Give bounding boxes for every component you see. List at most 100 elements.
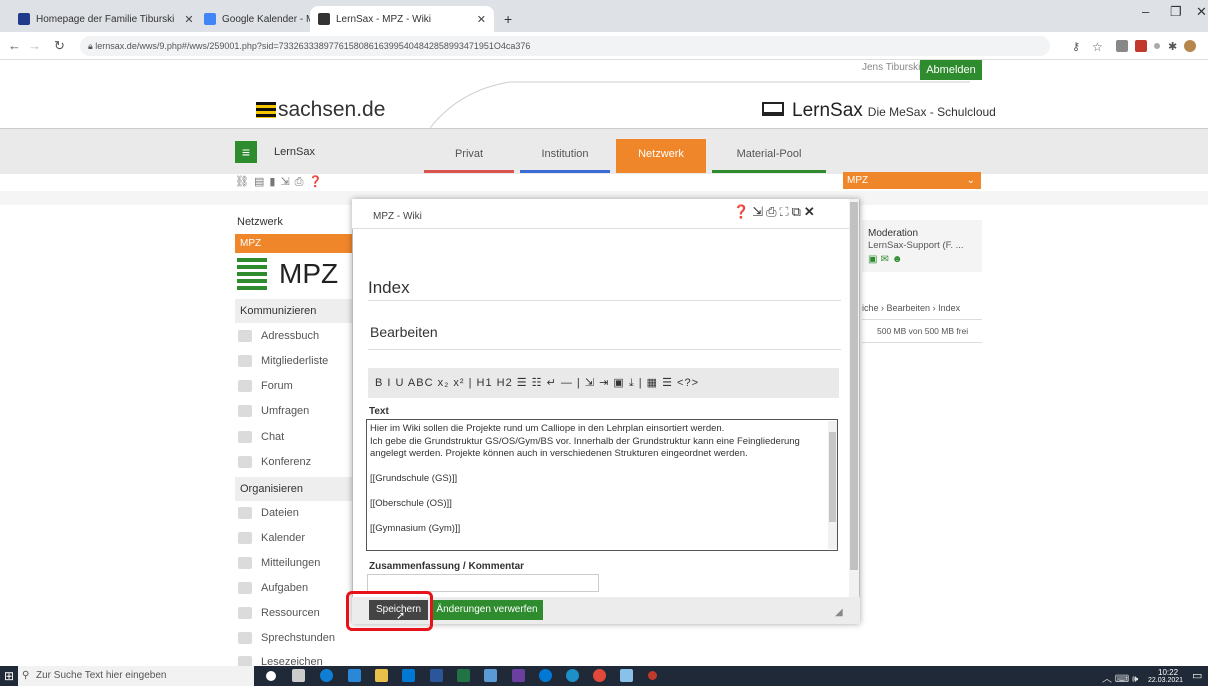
sidebar-item-adressbuch[interactable]: Adressbuch xyxy=(238,330,319,342)
excel-icon[interactable] xyxy=(457,669,470,682)
extension-icon[interactable] xyxy=(1116,40,1128,52)
wiki-text-editor[interactable] xyxy=(366,419,838,551)
sidebar-item-ressourcen[interactable]: Ressourcen xyxy=(238,607,320,619)
sachsen-text: sachsen.de xyxy=(278,98,386,121)
sachsen-logo[interactable]: sachsen.de xyxy=(256,98,385,122)
sidebar-item-forum[interactable]: Forum xyxy=(238,380,293,392)
edge-icon[interactable] xyxy=(320,669,333,682)
sidebar-active-mpz[interactable]: MPZ xyxy=(235,234,353,253)
notepad-icon[interactable] xyxy=(620,669,633,682)
taskview-icon[interactable] xyxy=(292,669,305,682)
sidebar-item-label: Konferenz xyxy=(261,456,312,468)
star-icon[interactable]: ☆ xyxy=(1092,40,1104,54)
network-select-value: MPZ xyxy=(847,175,869,186)
sidebar-item-mitgliederliste[interactable]: Mitgliederliste xyxy=(238,355,328,367)
sidebar-item-umfragen[interactable]: Umfragen xyxy=(238,405,309,417)
print-icon[interactable]: ⎙ xyxy=(295,176,309,188)
tab-lernsax[interactable]: LernSax - MPZ - Wiki ✕ xyxy=(310,6,494,32)
export-icon[interactable]: ⇲ xyxy=(752,204,766,219)
resize-handle-icon[interactable]: ◢ xyxy=(835,607,843,618)
chrome-icon[interactable] xyxy=(593,669,606,682)
close-tab-icon[interactable]: ✕ xyxy=(174,13,193,26)
fullscreen-icon[interactable]: ⛶ xyxy=(780,204,792,219)
store-icon[interactable] xyxy=(348,669,361,682)
sidebar-item-mitteilungen[interactable]: Mitteilungen xyxy=(238,557,320,569)
tab-label: Privat xyxy=(454,148,484,160)
editor-scrollbar-thumb[interactable] xyxy=(829,432,836,522)
close-icon[interactable]: ✕ xyxy=(804,204,818,219)
breadcrumb-item[interactable]: iche xyxy=(862,303,879,313)
chat-icon[interactable]: ☻ xyxy=(892,254,906,265)
sidebar-item-kalender[interactable]: Kalender xyxy=(238,532,305,544)
notification-icon[interactable]: ▭ xyxy=(1192,669,1202,682)
puzzle-icon[interactable]: ✱ xyxy=(1168,40,1180,53)
window-icon[interactable]: ▤ xyxy=(254,176,269,188)
shield-extension-icon[interactable] xyxy=(1135,40,1147,52)
summary-input[interactable] xyxy=(367,574,599,592)
quota-divider xyxy=(862,342,982,343)
sidebar-item-dateien[interactable]: Dateien xyxy=(238,507,299,519)
sachsen-crest-icon xyxy=(256,102,276,118)
minimize-icon[interactable]: – xyxy=(1142,4,1149,19)
taskbar-search[interactable]: ⚲ Zur Suche Text hier eingeben xyxy=(18,666,254,686)
record-icon[interactable] xyxy=(648,671,657,680)
reload-icon[interactable]: ↻ xyxy=(54,38,65,54)
breadcrumb-item[interactable]: Bearbeiten xyxy=(887,303,931,313)
url-field[interactable]: 🔒︎ lernsax.de/wws/9.php#/wws/259001.php?… xyxy=(80,36,1050,56)
tab-privat[interactable]: Privat xyxy=(424,139,514,173)
lernsax-logo[interactable]: LernSax Die MeSax - Schulcloud xyxy=(762,100,996,122)
tab-material-pool[interactable]: Material-Pool xyxy=(712,139,826,173)
bookmark-icon[interactable]: ▮ xyxy=(269,176,280,188)
teams-icon[interactable] xyxy=(539,669,552,682)
external-link-icon[interactable]: ⧉ xyxy=(792,204,804,219)
tab-homepage[interactable]: Homepage der Familie Tiburski ✕ xyxy=(10,6,194,32)
system-tray-icons[interactable]: ︿ ⌨ 🕪︎ xyxy=(1102,670,1138,685)
tab-netzwerk[interactable]: Netzwerk xyxy=(616,139,706,173)
cortana-icon[interactable] xyxy=(266,671,276,681)
sidebar-item-konferenz[interactable]: Konferenz xyxy=(238,456,311,468)
app-icon[interactable] xyxy=(512,669,525,682)
moderation-name[interactable]: LernSax-Support (F. ... xyxy=(868,240,964,251)
mail-icon[interactable]: ✉ xyxy=(880,254,891,265)
sidebar-item-aufgaben[interactable]: Aufgaben xyxy=(238,582,308,594)
tab-calendar[interactable]: Google Kalender - März 2021 xyxy=(196,6,310,32)
tasks-icon xyxy=(238,582,252,594)
edge-legacy-icon[interactable] xyxy=(566,669,579,682)
modal-scrollbar-thumb[interactable] xyxy=(850,202,858,570)
profile-avatar[interactable] xyxy=(1184,40,1196,52)
new-tab-button[interactable]: + xyxy=(496,6,520,32)
menu-icon[interactable]: ≡ xyxy=(235,141,257,163)
word-icon[interactable] xyxy=(430,669,443,682)
key-icon[interactable]: ⚷ xyxy=(1072,40,1084,53)
sidebar-item-label: Chat xyxy=(261,431,285,443)
people-icon[interactable] xyxy=(484,669,497,682)
dot-icon[interactable] xyxy=(1154,43,1160,49)
breadcrumb-item[interactable]: Index xyxy=(938,303,960,313)
vcard-icon[interactable]: ▣ xyxy=(868,254,880,265)
sidebar-item-chat[interactable]: Chat xyxy=(238,431,284,443)
back-icon[interactable]: ← xyxy=(8,38,21,53)
calendar-icon xyxy=(238,532,252,544)
editor-toolbar[interactable]: B I U ABC x₂ x² | H1 H2 ☰ ☷ ↵ — | ⇲ ⇥ ▣ … xyxy=(368,368,839,398)
maximize-icon[interactable]: ❐ xyxy=(1170,4,1182,20)
forward-icon[interactable]: → xyxy=(28,38,41,53)
windows-start-icon[interactable]: ⊞ xyxy=(4,669,14,683)
network-select[interactable]: MPZ ⌄ xyxy=(843,172,981,189)
print-icon[interactable]: ⎙ xyxy=(766,204,779,219)
discard-changes-button[interactable]: Änderungen verwerfen xyxy=(431,600,543,620)
close-window-icon[interactable]: ✕ xyxy=(1196,4,1207,20)
close-tab-icon[interactable]: ✕ xyxy=(467,13,486,26)
sitemap-icon[interactable]: ⛓ xyxy=(235,176,254,188)
mail-app-icon[interactable] xyxy=(402,669,415,682)
logout-button[interactable]: Abmelden xyxy=(920,60,982,80)
sidebar-item-sprechstunden[interactable]: Sprechstunden xyxy=(238,632,335,644)
tab-label: Institution xyxy=(541,148,589,160)
help-icon[interactable]: ❓ xyxy=(733,204,752,219)
tab-institution[interactable]: Institution xyxy=(520,139,610,173)
export-icon[interactable]: ⇲ xyxy=(280,176,294,188)
help-icon[interactable]: ❓ xyxy=(308,176,327,188)
nav-brand[interactable]: LernSax xyxy=(274,146,315,158)
editor-toolbar-buttons[interactable]: B I U ABC x₂ x² | H1 H2 ☰ ☷ ↵ — | ⇲ ⇥ ▣ … xyxy=(375,377,699,389)
explorer-icon[interactable] xyxy=(375,669,388,682)
sidebar-item-label: Aufgaben xyxy=(261,582,309,594)
